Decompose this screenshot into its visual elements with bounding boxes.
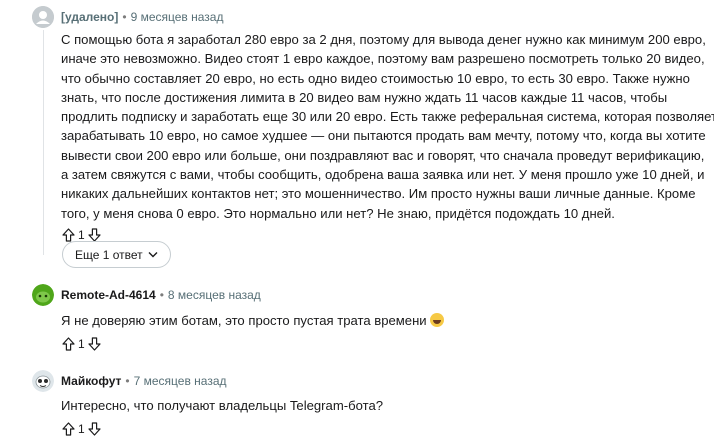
- comment-time[interactable]: 8 месяцев назад: [168, 288, 261, 302]
- more-replies-label: Еще 1 ответ: [75, 247, 143, 262]
- vote-bar: 1: [61, 335, 714, 353]
- comment-header: Майкофут • 7 месяцев назад: [32, 370, 714, 392]
- comment-header: Remote-Ad-4614 • 8 месяцев назад: [32, 284, 714, 306]
- comment-time[interactable]: 7 месяцев назад: [134, 374, 227, 388]
- chevron-down-icon: [148, 252, 158, 258]
- comment-maykofut: Майкофут • 7 месяцев назад Интересно, чт…: [32, 370, 714, 438]
- arrow-down-icon: [88, 422, 101, 436]
- arrow-down-icon: [88, 228, 101, 242]
- arrow-up-icon: [61, 337, 75, 351]
- separator-dot: •: [125, 374, 130, 388]
- avatar[interactable]: [32, 284, 54, 306]
- comment-line: Интересно, что получают владельцы Telegr…: [61, 398, 384, 413]
- arrow-up-icon: [61, 228, 75, 242]
- comment-line: иначе это невозможно. Видео стоят 1 евро…: [61, 51, 705, 67]
- comment-line: что обычно составляет 20 евро, но есть о…: [61, 70, 690, 86]
- separator-dot: •: [122, 10, 127, 24]
- comment-line: зарабатывать 10 евро, но самое худшее — …: [61, 128, 706, 144]
- comment-header: [удалено] • 9 месяцев назад: [32, 6, 714, 28]
- comment-author[interactable]: Майкофут: [61, 374, 121, 388]
- snoo-avatar-icon: [32, 370, 54, 392]
- comment-remote: Remote-Ad-4614 • 8 месяцев назад Я не до…: [32, 284, 714, 353]
- comment-author[interactable]: Remote-Ad-4614: [61, 288, 156, 302]
- comment-author[interactable]: [удалено]: [61, 10, 118, 24]
- vote-score: 1: [78, 337, 85, 352]
- deleted-avatar-icon: [32, 6, 54, 28]
- comment-deleted: [удалено] • 9 месяцев назад С помощью бо…: [32, 6, 714, 244]
- comment-line: С помощью бота я заработал 280 евро за 2…: [61, 32, 706, 47]
- snoo-avatar-icon: [32, 284, 54, 306]
- comment-line: вывести свои 200 евро или больше, они по…: [61, 147, 705, 163]
- upvote-button[interactable]: [61, 421, 75, 437]
- vote-score: 1: [78, 422, 85, 437]
- comment-time[interactable]: 9 месяцев назад: [131, 10, 224, 24]
- avatar[interactable]: [32, 6, 54, 28]
- laughing-emoji-icon: [429, 313, 444, 327]
- arrow-down-icon: [88, 337, 101, 351]
- comment-line: а затем свяжутся с вами, чтобы сообщить,…: [61, 167, 705, 183]
- arrow-up-icon: [61, 422, 75, 436]
- avatar[interactable]: [32, 370, 54, 392]
- vote-score: 1: [78, 227, 85, 242]
- comment-body: Интересно, что получают владельцы Telegr…: [61, 396, 714, 415]
- downvote-button[interactable]: [88, 336, 102, 352]
- comment-line: никаких дальнейших контактов нет; это мо…: [61, 186, 696, 202]
- upvote-button[interactable]: [61, 336, 75, 352]
- comment-line-text: Я не доверяю этим ботам, это просто пуст…: [61, 313, 427, 328]
- comment-line: продлить подписку и заработать еще 30 ил…: [61, 109, 714, 125]
- separator-dot: •: [159, 288, 164, 302]
- comment-line: того, у меня снова 0 евро. Это нормально…: [61, 205, 615, 221]
- vote-bar: 1: [61, 420, 714, 438]
- downvote-button[interactable]: [88, 421, 102, 437]
- comment-body: С помощью бота я заработал 280 евро за 2…: [61, 30, 714, 223]
- more-replies-button[interactable]: Еще 1 ответ: [62, 241, 171, 268]
- comment-line: знать, что после достижения лимита в 20 …: [61, 89, 668, 105]
- comment-line: Я не доверяю этим ботам, это просто пуст…: [61, 311, 714, 330]
- comment-body: Я не доверяю этим ботам, это просто пуст…: [61, 311, 714, 330]
